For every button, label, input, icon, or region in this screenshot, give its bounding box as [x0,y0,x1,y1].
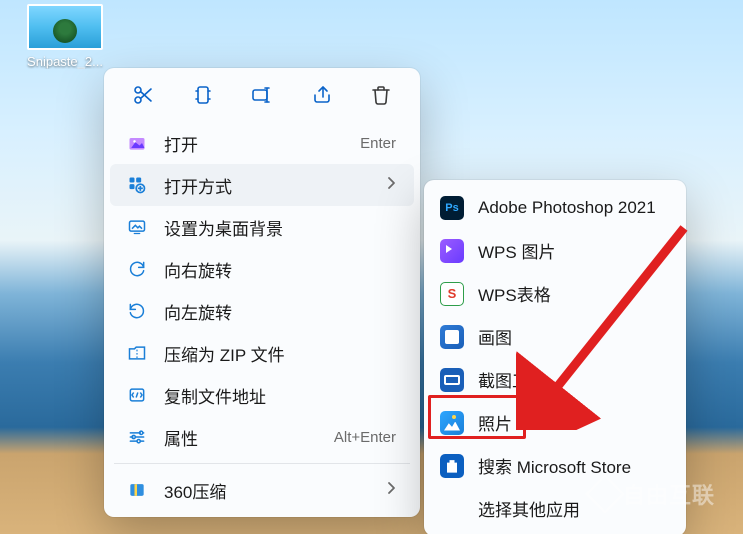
context-menu-toolbar [104,68,420,122]
menu-label: 360压缩 [164,478,378,503]
rotate-left-icon [126,300,148,322]
rename-button[interactable] [247,82,277,112]
submenu-label: 画图 [478,324,668,349]
zip-icon [126,342,148,364]
menu-item-copy-path[interactable]: 复制文件地址 [110,374,414,416]
360zip-icon [126,479,148,501]
ms-store-icon [440,454,464,478]
submenu-item-photos[interactable]: 照片 [428,401,682,444]
open-icon [126,132,148,154]
submenu-label: Adobe Photoshop 2021 [478,198,668,218]
submenu-label: 截图工具 [478,367,668,392]
submenu-item-photoshop[interactable]: Ps Adobe Photoshop 2021 [428,186,682,229]
share-button[interactable] [307,82,337,112]
wps-pic-icon [440,239,464,263]
open-with-icon [126,174,148,196]
menu-label: 复制文件地址 [164,383,396,408]
menu-item-open[interactable]: 打开 Enter [110,122,414,164]
submenu-label: WPS 图片 [478,238,668,263]
submenu-item-wps-pic[interactable]: WPS 图片 [428,229,682,272]
menu-label: 打开方式 [164,173,378,198]
wps-sheet-icon: S [440,282,464,306]
menu-accelerator: Alt+Enter [334,429,396,446]
delete-button[interactable] [366,82,396,112]
desktop-background: Snipaste_2... [0,0,743,534]
submenu-item-wps-sheet[interactable]: S WPS表格 [428,272,682,315]
menu-item-360zip[interactable]: 360压缩 [110,469,414,511]
menu-item-properties[interactable]: 属性 Alt+Enter [110,416,414,458]
scissors-icon [131,83,155,112]
chevron-right-icon [386,481,396,500]
copy-icon [191,83,215,112]
submenu-label: 搜索 Microsoft Store [478,453,668,478]
menu-label: 向左旋转 [164,299,396,324]
photoshop-icon: Ps [440,196,464,220]
watermark-text: 自由互联 [623,478,715,510]
menu-label: 向右旋转 [164,257,396,282]
rename-icon [250,83,274,112]
copy-path-icon [126,384,148,406]
file-thumbnail [27,4,103,50]
watermark-logo-icon [585,474,625,514]
chevron-right-icon [386,176,396,195]
rotate-right-icon [126,258,148,280]
wallpaper-icon [126,216,148,238]
cut-button[interactable] [128,82,158,112]
menu-item-compress-zip[interactable]: 压缩为 ZIP 文件 [110,332,414,374]
menu-item-rotate-right[interactable]: 向右旋转 [110,248,414,290]
submenu-item-paint[interactable]: 画图 [428,315,682,358]
file-label: Snipaste_2... [20,54,110,69]
menu-label: 压缩为 ZIP 文件 [164,341,396,366]
submenu-label: 照片 [478,410,668,435]
properties-icon [126,426,148,448]
menu-item-set-wallpaper[interactable]: 设置为桌面背景 [110,206,414,248]
menu-item-open-with[interactable]: 打开方式 [110,164,414,206]
blank-icon [440,497,464,521]
submenu-label: WPS表格 [478,281,668,306]
desktop-file-icon[interactable]: Snipaste_2... [20,4,110,69]
menu-divider [114,463,410,464]
menu-label: 打开 [164,131,360,156]
menu-accelerator: Enter [360,135,396,152]
menu-label: 设置为桌面背景 [164,215,396,240]
copy-button[interactable] [188,82,218,112]
menu-item-rotate-left[interactable]: 向左旋转 [110,290,414,332]
share-icon [310,83,334,112]
menu-label: 属性 [164,425,334,450]
snip-tool-icon [440,368,464,392]
submenu-item-snip[interactable]: 截图工具 [428,358,682,401]
trash-icon [369,83,393,112]
paint-icon [440,325,464,349]
context-menu: 打开 Enter 打开方式 设置为桌面背景 向右旋转 [104,68,420,517]
photos-icon [440,411,464,435]
watermark: 自由互联 [591,478,715,510]
